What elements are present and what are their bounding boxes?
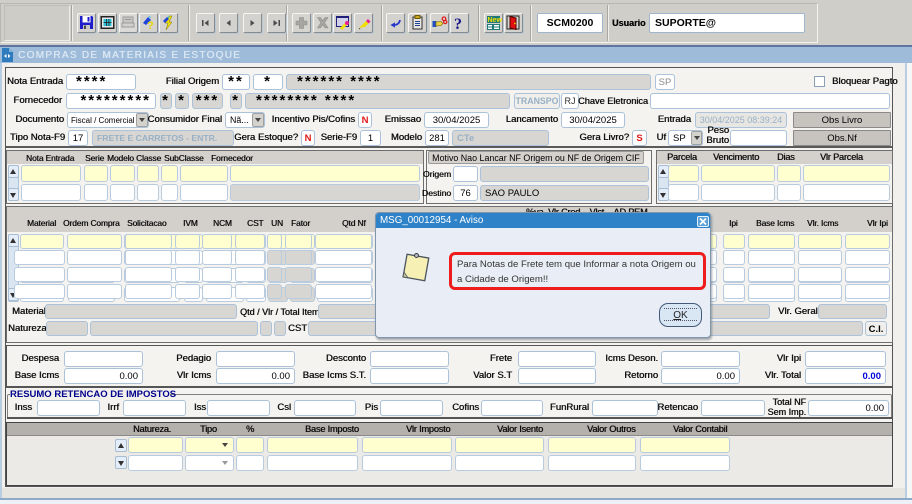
- svg-text:New: New: [488, 17, 503, 24]
- svg-text:?: ?: [454, 16, 462, 32]
- svg-text:?: ?: [147, 20, 154, 32]
